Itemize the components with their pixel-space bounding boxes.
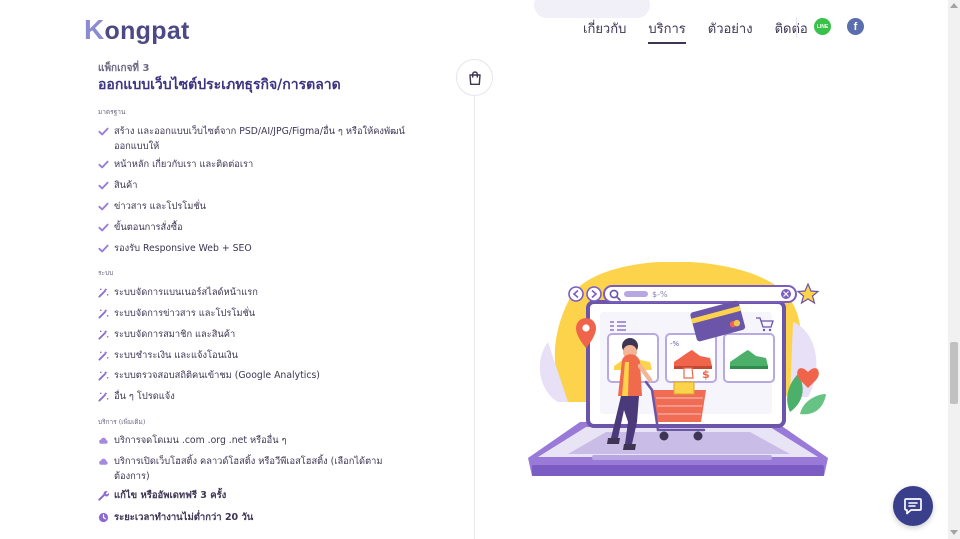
column-divider [474,78,475,539]
nav-item-examples[interactable]: ตัวอย่าง [708,18,753,39]
nav-item-services[interactable]: บริการ [648,18,687,44]
scrollbar-thumb[interactable] [950,342,958,404]
nav-separator [796,17,797,37]
service-item: บริการจดโดเมน .com .org .net หรืออื่น ๆ [98,433,418,448]
check-icon [98,244,109,253]
system-item: ระบบจัดการข่าวสาร และโปรโมชั่น [98,306,418,321]
magic-wand-icon [98,391,109,402]
nav-item-about[interactable]: เกี่ยวกับ [583,18,626,39]
magic-wand-icon [98,329,109,340]
magic-wand-icon [98,370,109,381]
scroll-down-arrow-icon[interactable] [950,530,958,535]
system-item: ระบบจัดการแบนเนอร์สไลด์หน้าแรก [98,285,418,300]
logo[interactable]: Kongpat [84,14,190,46]
shopping-bag-icon [468,70,481,85]
line-icon[interactable]: LINE [814,18,831,35]
check-icon [98,127,109,136]
nav-item-contact[interactable]: ติดต่อ [775,18,808,39]
standard-item: ขั้นตอนการสั่งซื้อ [98,220,418,235]
extra-item-duration: ระยะเวลาทำงานไม่ต่ำกว่า 20 วัน [98,510,418,525]
discount-text: -% [670,340,680,348]
cloud-icon [99,437,108,444]
system-item: ระบบตรวจสอบสถิติคนเข้าชม (Google Analyti… [98,368,418,383]
standard-item: หน้าหลัก เกี่ยวกับเรา และติดต่อเรา [98,157,418,172]
main-nav: เกี่ยวกับ บริการ ตัวอย่าง ติดต่อ [583,18,808,44]
service-item: บริการเปิดเว็บโฮสติ้ง คลาวด์โฮสติ้ง หรือ… [98,454,418,484]
standard-item: สินค้า [98,178,418,193]
system-item: ระบบชำระเงิน และแจ้งโอนเงิน [98,348,418,363]
clock-icon [98,512,109,523]
forward-arrow-icon [586,286,602,302]
system-item: ระบบจัดการสมาชิก และสินค้า [98,327,418,342]
scroll-up-arrow-icon[interactable] [950,3,958,8]
package-title: ออกแบบเว็บไซต์ประเภทธุรกิจ/การตลาด [98,77,341,93]
standard-item: รองรับ Responsive Web + SEO [98,241,418,256]
search-bar-text: $-% [652,290,668,299]
ecommerce-illustration: $-% -% $ [528,262,828,476]
cloud-icon [99,458,108,465]
check-icon [98,202,109,211]
section-label-service: บริการ (เพิ่มเติม) [98,418,146,426]
system-item: อื่น ๆ โปรดแจ้ง [98,389,418,404]
magic-wand-icon [98,308,109,319]
extra-item-revisions: แก้ไข หรืออัพเดทฟรี 3 ครั้ง [98,488,418,503]
scrollbar-track[interactable] [948,0,960,539]
check-icon [98,223,109,232]
magic-wand-icon [98,287,109,298]
chat-icon [904,498,922,515]
section-label-system: ระบบ [98,269,114,277]
dollar-text: $ [702,368,710,381]
shopping-bag-button[interactable] [456,59,493,96]
check-icon [98,181,109,190]
header-ghost-pill [534,0,650,18]
facebook-icon[interactable]: f [847,18,864,35]
section-label-standard: มาตรฐาน [98,108,126,116]
back-arrow-icon [568,286,584,302]
standard-item: สร้าง และออกแบบเว็บไซต์จาก PSD/AI/JPG/Fi… [98,124,418,154]
magic-wand-icon [98,350,109,361]
check-icon [98,160,109,169]
wrench-icon [98,491,109,501]
chat-button[interactable] [893,486,933,526]
standard-item: ข่าวสาร และโปรโมชั่น [98,199,418,214]
